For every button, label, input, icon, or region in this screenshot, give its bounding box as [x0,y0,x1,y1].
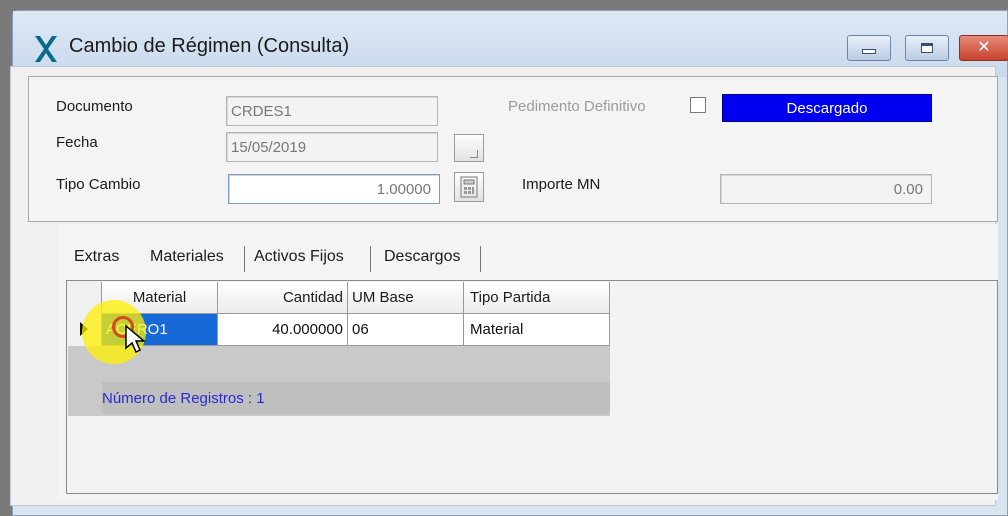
column-header-cantidad[interactable]: Cantidad [218,282,348,314]
calculator-button[interactable] [454,172,484,202]
close-icon: ✕ [977,39,991,56]
importe-mn-label: Importe MN [522,176,601,193]
documento-label: Documento [56,98,133,115]
fecha-label: Fecha [56,134,98,151]
mouse-pointer-icon [125,324,146,354]
minimize-button[interactable] [847,35,891,61]
tab-separator [244,246,245,272]
pedimento-definitivo-label: Pedimento Definitivo [508,98,646,115]
tab-materiales[interactable]: Materiales [150,248,224,266]
documento-field[interactable]: CRDES1 [226,96,438,126]
minimize-icon [862,48,876,54]
calculator-icon [460,176,478,198]
cell-cantidad[interactable]: 40.000000 [218,314,348,346]
tab-separator [370,246,371,272]
tipo-cambio-label: Tipo Cambio [56,176,141,193]
tab-activos-fijos[interactable]: Activos Fijos [254,248,344,266]
window-title: Cambio de Régimen (Consulta) [69,35,350,57]
tab-extras[interactable]: Extras [74,248,119,266]
tab-descargos[interactable]: Descargos [384,248,460,266]
column-header-tipo-partida[interactable]: Tipo Partida [464,282,610,314]
maximize-icon [921,43,933,53]
cell-um-base[interactable]: 06 [348,314,464,346]
date-picker-button[interactable] [454,134,484,162]
tab-separator [480,246,481,272]
close-button[interactable]: ✕ [959,35,1008,61]
pedimento-definitivo-checkbox[interactable] [690,97,706,113]
fecha-field[interactable]: 15/05/2019 [226,132,438,162]
app-logo-icon [35,36,57,62]
cell-tipo-partida[interactable]: Material [464,314,610,346]
column-header-um-base[interactable]: UM Base [348,282,464,314]
importe-mn-field[interactable]: 0.00 [720,174,932,204]
status-badge: Descargado [722,94,932,122]
record-count: Número de Registros : 1 [102,382,610,414]
date-picker-icon [470,150,478,158]
tipo-cambio-field[interactable]: 1.00000 [228,174,440,204]
maximize-button[interactable] [905,35,949,61]
